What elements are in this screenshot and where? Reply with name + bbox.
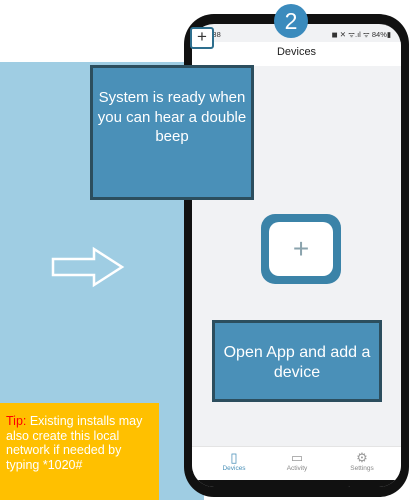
callout-open-app: Open App and add a device bbox=[212, 320, 382, 402]
device-icon: ▯ bbox=[230, 450, 238, 465]
page-title: Devices bbox=[276, 46, 317, 58]
add-device-top-button[interactable]: + bbox=[190, 27, 214, 49]
app-bar: Devices bbox=[192, 42, 401, 66]
right-arrow-icon bbox=[51, 246, 125, 288]
add-device-button[interactable]: + bbox=[261, 214, 341, 284]
step-badge: 2 bbox=[274, 4, 308, 38]
callout-system-ready: System is ready when you can hear a doub… bbox=[90, 65, 254, 200]
gear-icon: ⚙ bbox=[356, 450, 368, 465]
tip-text: Existing installs may also create this l… bbox=[6, 414, 143, 472]
recents-button[interactable]: ||| bbox=[237, 485, 257, 487]
nav-label-activity: Activity bbox=[286, 465, 308, 472]
nav-item-devices[interactable]: ▯ Devices bbox=[209, 450, 259, 473]
bottom-nav: ▯ Devices ▭ Activity ⚙ Settings bbox=[192, 446, 401, 481]
nav-item-settings[interactable]: ⚙ Settings bbox=[337, 450, 387, 473]
tip-label: Tip: bbox=[6, 414, 27, 428]
system-nav-bar: ||| ○ ‹ bbox=[192, 480, 401, 487]
status-indicators: ◼ ✕ ᯤ.ıl ᯤ 84%▮ bbox=[331, 30, 391, 39]
home-button[interactable]: ○ bbox=[286, 485, 306, 487]
nav-label-devices: Devices bbox=[222, 465, 246, 472]
tip-box: Tip: Existing installs may also create t… bbox=[0, 403, 159, 500]
plus-icon: + bbox=[197, 27, 207, 46]
chat-icon: ▭ bbox=[290, 450, 304, 465]
nav-label-settings: Settings bbox=[350, 465, 374, 472]
plus-icon: + bbox=[269, 222, 333, 276]
nav-item-activity[interactable]: ▭ Activity bbox=[272, 450, 322, 473]
back-button[interactable]: ‹ bbox=[338, 481, 358, 487]
